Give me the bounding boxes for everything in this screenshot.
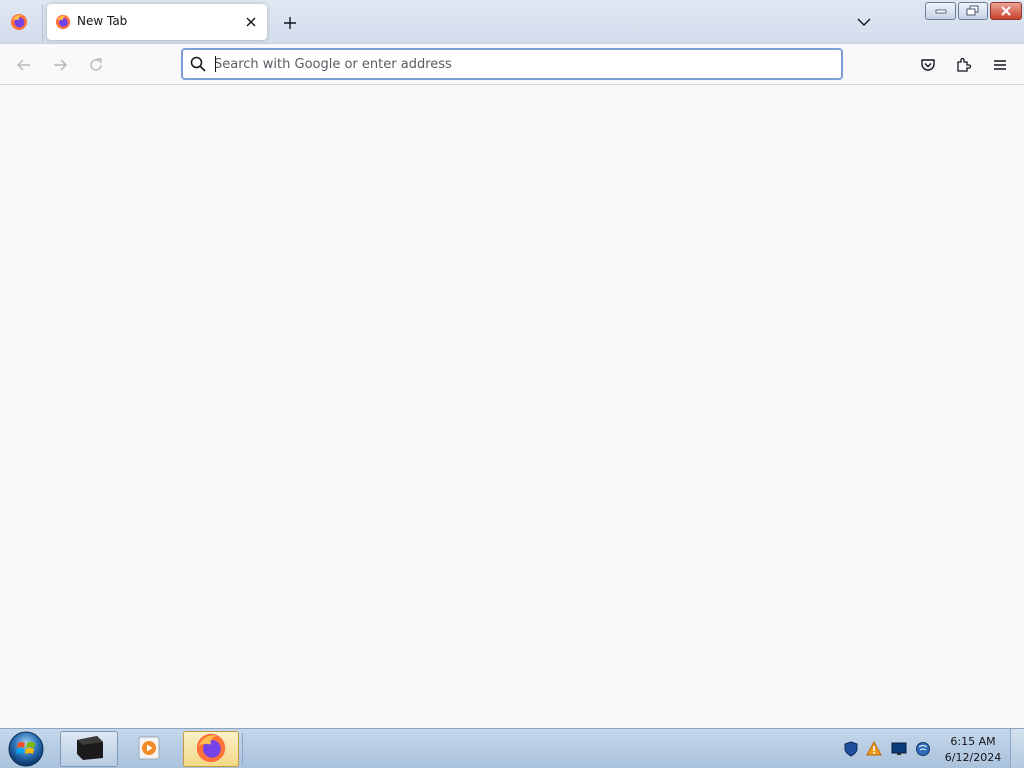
close-icon[interactable] <box>241 12 261 32</box>
taskbar-media-player[interactable] <box>120 731 178 767</box>
tab-strip: New Tab <box>0 0 1024 44</box>
start-orb-icon[interactable] <box>6 730 46 768</box>
system-clock[interactable]: 6:15 AM 6/12/2024 <box>940 734 1006 766</box>
restore-button[interactable] <box>958 2 988 20</box>
network-icon[interactable] <box>915 741 931 757</box>
close-window-button[interactable] <box>990 2 1022 20</box>
display-icon[interactable] <box>891 741 907 757</box>
text-caret <box>215 56 216 72</box>
minimize-button[interactable] <box>925 2 956 20</box>
clock-time: 6:15 AM <box>950 735 996 748</box>
address-input[interactable] <box>214 54 814 74</box>
navigation-toolbar <box>0 44 1024 85</box>
forward-button[interactable] <box>46 52 74 78</box>
tab-new-tab[interactable]: New Tab <box>47 4 267 40</box>
security-shield-icon[interactable] <box>843 741 859 757</box>
chevron-down-icon[interactable] <box>852 11 876 33</box>
vlc-alert-icon[interactable] <box>866 741 882 757</box>
back-button[interactable] <box>10 52 38 78</box>
reload-button[interactable] <box>82 52 110 78</box>
taskbar-command-prompt[interactable] <box>60 731 118 767</box>
page-content <box>0 85 1024 728</box>
show-desktop-button[interactable] <box>1010 729 1024 768</box>
firefox-logo-icon <box>195 732 227 767</box>
address-bar[interactable] <box>181 48 843 80</box>
tab-strip-separator <box>42 4 43 42</box>
taskbar-separator <box>242 733 243 765</box>
hamburger-menu-icon[interactable] <box>987 52 1013 78</box>
clock-date: 6/12/2024 <box>944 751 1002 764</box>
taskbar-firefox[interactable] <box>183 731 239 767</box>
pocket-icon[interactable] <box>915 52 941 78</box>
tab-title: New Tab <box>77 14 128 28</box>
firefox-logo-icon[interactable] <box>10 13 28 31</box>
search-icon <box>190 56 206 72</box>
media-player-icon <box>136 735 162 764</box>
taskbar: 6:15 AM 6/12/2024 <box>0 728 1024 768</box>
command-prompt-icon <box>73 734 105 765</box>
puzzle-piece-icon[interactable] <box>951 52 977 78</box>
new-tab-button[interactable] <box>278 11 302 35</box>
firefox-logo-icon <box>55 14 71 30</box>
